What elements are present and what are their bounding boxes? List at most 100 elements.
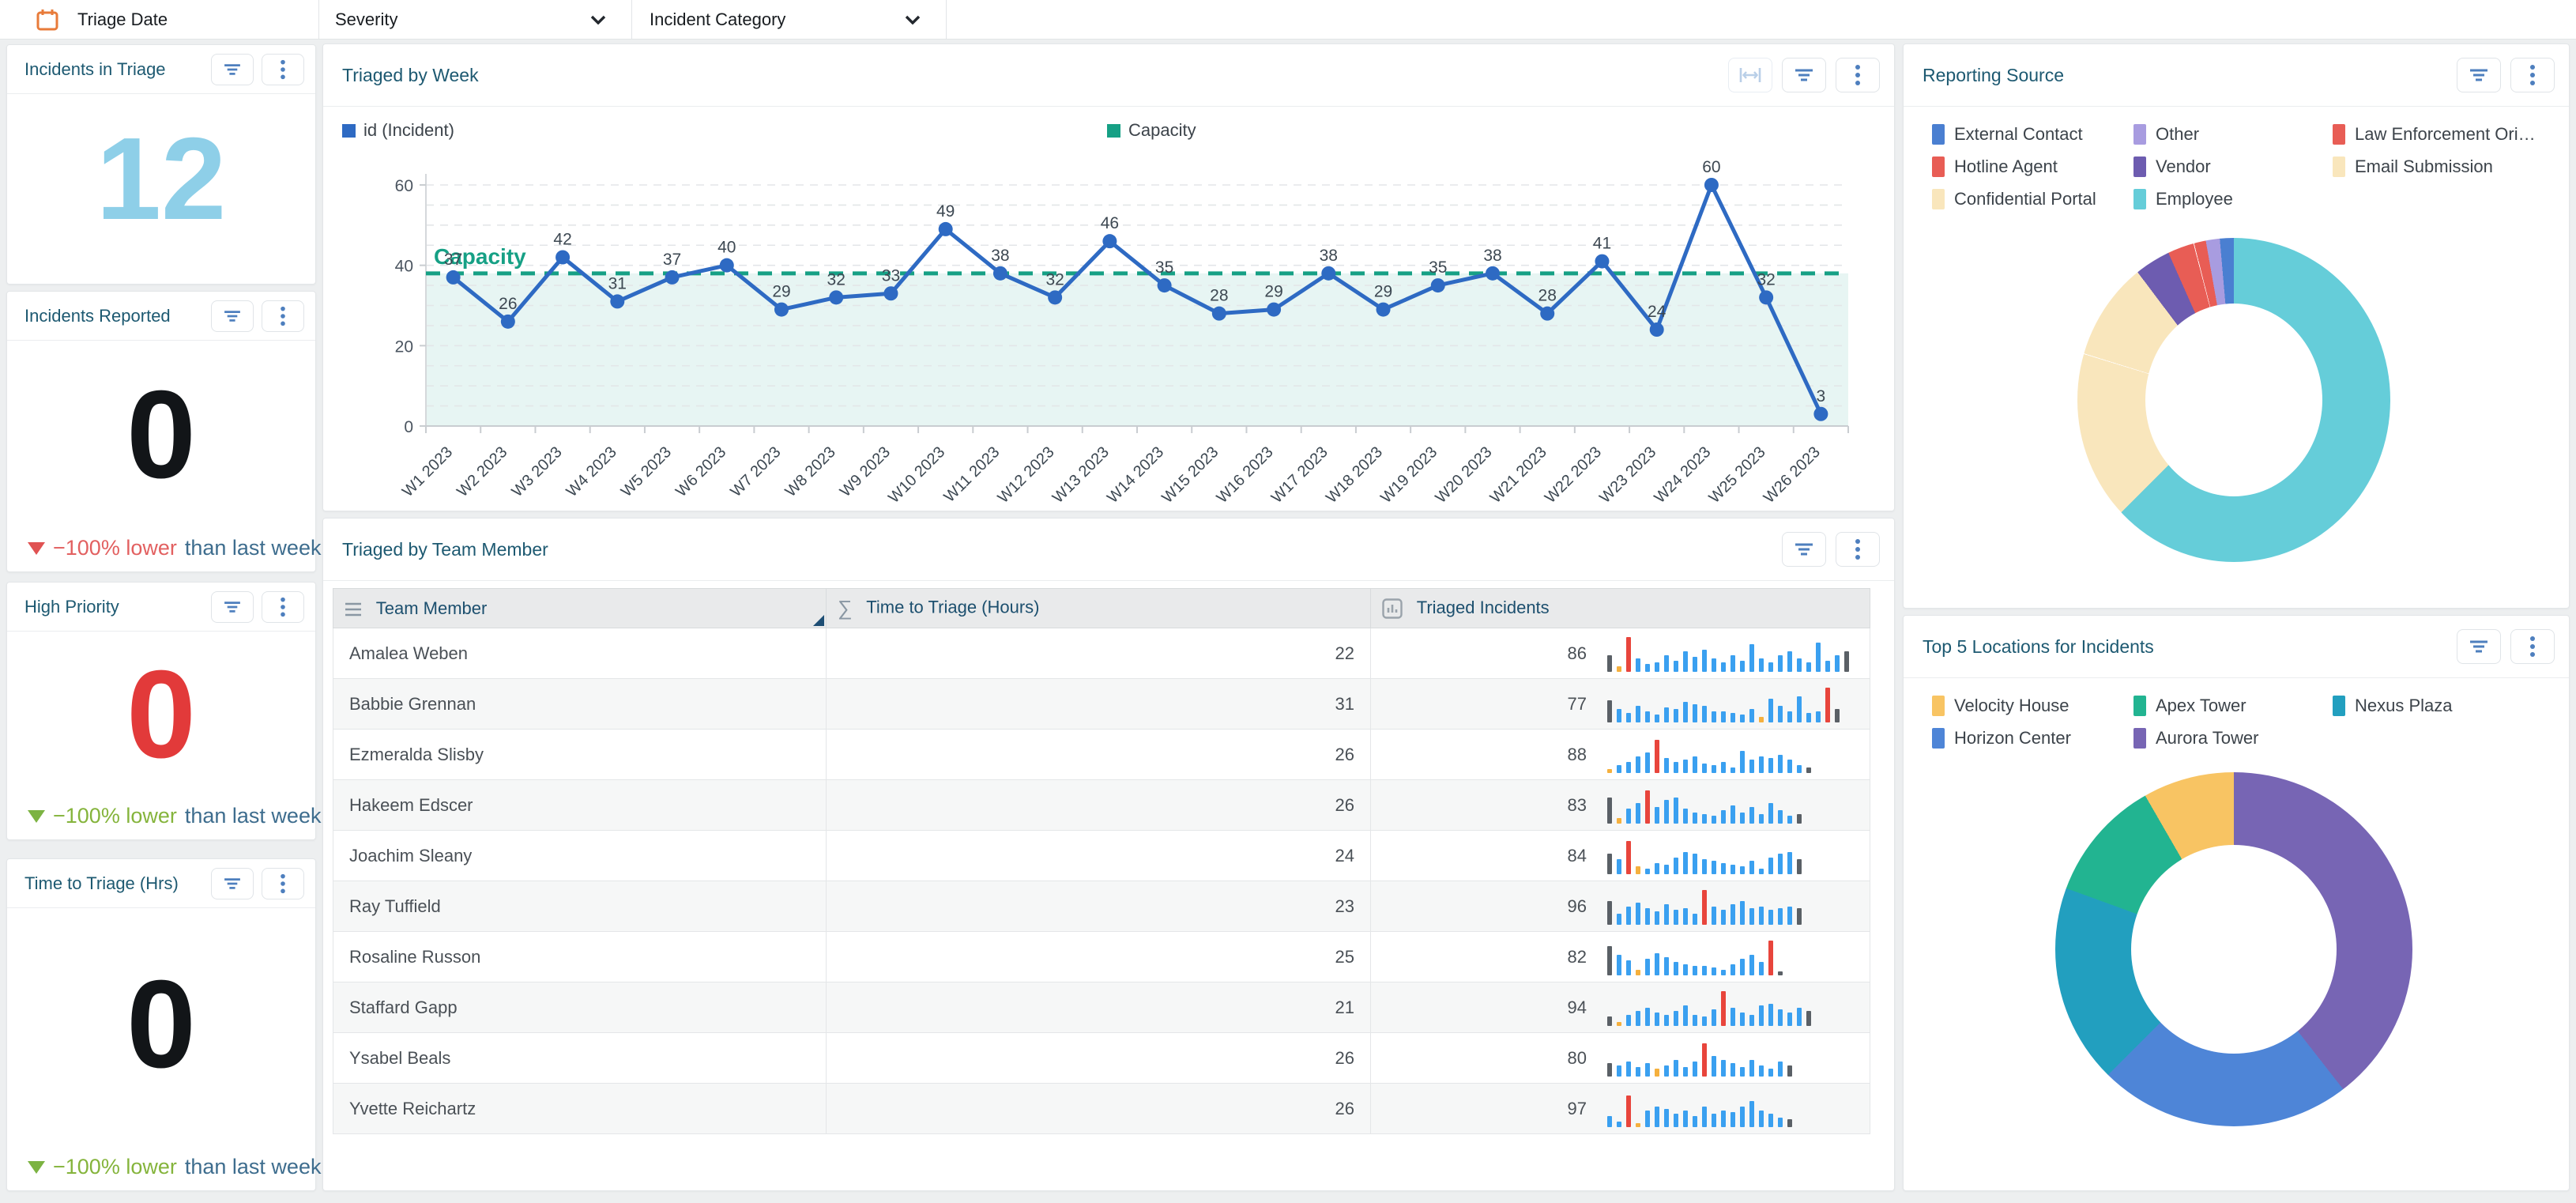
data-point[interactable] xyxy=(1431,278,1445,292)
menu-button[interactable] xyxy=(262,300,304,332)
spark-bar xyxy=(1693,704,1697,722)
column-header-triaged-incidents[interactable]: Triaged Incidents xyxy=(1371,589,1870,628)
legend-item-confidential-portal[interactable]: Confidential Portal xyxy=(1932,189,2133,209)
data-point[interactable] xyxy=(1650,322,1664,337)
data-point[interactable] xyxy=(720,258,734,273)
spark-bar xyxy=(1655,715,1659,722)
menu-button[interactable] xyxy=(1836,532,1880,567)
data-point[interactable] xyxy=(1048,290,1062,304)
incident-count: 80 xyxy=(1568,1048,1587,1069)
legend-item-velocity-house[interactable]: Velocity House xyxy=(1932,696,2133,716)
legend-item-law-enforcement-ori-[interactable]: Law Enforcement Ori… xyxy=(2333,124,2569,145)
severity-dropdown[interactable]: Severity xyxy=(319,0,632,40)
kpi-card-incidents-in-triage: Incidents in Triage 12 xyxy=(6,44,316,285)
fit-width-button[interactable] xyxy=(1728,58,1772,92)
sparkline-chart xyxy=(1607,939,1854,975)
filter-button[interactable] xyxy=(2457,58,2501,92)
column-label: Team Member xyxy=(376,598,488,618)
data-point[interactable] xyxy=(1102,234,1117,248)
table-row[interactable]: Joachim Sleany 24 84 xyxy=(333,831,1870,881)
menu-button[interactable] xyxy=(262,591,304,623)
data-point[interactable] xyxy=(993,266,1007,281)
legend-label: Apex Tower xyxy=(2156,696,2246,716)
column-header-team-member[interactable]: Team Member xyxy=(333,589,827,628)
filter-button[interactable] xyxy=(211,591,254,623)
reporting-source-donut[interactable] xyxy=(2077,238,2390,562)
table-row[interactable]: Ysabel Beals 26 80 xyxy=(333,1033,1870,1084)
legend-item-email-submission[interactable]: Email Submission xyxy=(2333,157,2569,177)
legend-item-employee[interactable]: Employee xyxy=(2133,189,2333,209)
incident-category-dropdown[interactable]: Incident Category xyxy=(632,0,947,40)
filter-button[interactable] xyxy=(211,868,254,899)
table-row[interactable]: Staffard Gapp 21 94 xyxy=(333,982,1870,1033)
spark-bar xyxy=(1768,803,1773,823)
data-point[interactable] xyxy=(1540,307,1554,321)
legend-item-vendor[interactable]: Vendor xyxy=(2133,157,2333,177)
data-point[interactable] xyxy=(1377,303,1391,317)
filter-button[interactable] xyxy=(2457,629,2501,664)
data-point[interactable] xyxy=(610,294,624,308)
spark-bar xyxy=(1607,769,1612,773)
data-point[interactable] xyxy=(446,270,461,285)
legend-item-horizon-center[interactable]: Horizon Center xyxy=(1932,728,2133,749)
data-point[interactable] xyxy=(1759,290,1773,304)
data-point[interactable] xyxy=(501,315,515,329)
legend-item-hotline-agent[interactable]: Hotline Agent xyxy=(1932,157,2133,177)
kebab-menu-icon xyxy=(280,305,286,327)
legend-item-id-incident[interactable]: id (Incident) xyxy=(342,120,454,141)
legend-item-capacity[interactable]: Capacity xyxy=(1107,120,1196,141)
spark-bar xyxy=(1702,859,1707,873)
legend-item-other[interactable]: Other xyxy=(2133,124,2333,145)
spark-bar xyxy=(1778,755,1783,773)
locations-legend: Velocity House Apex Tower Nexus Plaza Ho… xyxy=(1904,696,2569,749)
panel-title: Triaged by Team Member xyxy=(342,539,548,560)
table-row[interactable]: Rosaline Russon 25 82 xyxy=(333,932,1870,982)
data-point[interactable] xyxy=(774,303,789,317)
menu-button[interactable] xyxy=(1836,58,1880,92)
table-row[interactable]: Ezmeralda Slisby 26 88 xyxy=(333,730,1870,780)
kpi-value: 0 xyxy=(7,341,315,497)
legend-item-external-contact[interactable]: External Contact xyxy=(1932,124,2133,145)
data-point[interactable] xyxy=(555,251,570,265)
legend-item-nexus-plaza[interactable]: Nexus Plaza xyxy=(2333,696,2569,716)
data-point[interactable] xyxy=(1595,255,1609,269)
spark-bar xyxy=(1645,959,1650,975)
data-point[interactable] xyxy=(1813,407,1828,421)
legend-item-apex-tower[interactable]: Apex Tower xyxy=(2133,696,2333,716)
filter-button[interactable] xyxy=(1782,58,1826,92)
data-point[interactable] xyxy=(1267,303,1281,317)
legend-label: Horizon Center xyxy=(1954,728,2071,749)
data-point[interactable] xyxy=(1486,266,1500,281)
table-row[interactable]: Amalea Weben 22 86 xyxy=(333,628,1870,679)
data-point[interactable] xyxy=(939,222,953,236)
spark-bar xyxy=(1683,651,1688,671)
table-row[interactable]: Hakeem Edscer 26 83 xyxy=(333,780,1870,831)
filter-button[interactable] xyxy=(1782,532,1826,567)
locations-donut[interactable] xyxy=(2055,772,2412,1126)
filter-button[interactable] xyxy=(211,54,254,85)
table-row[interactable]: Yvette Reichartz 26 97 xyxy=(333,1084,1870,1134)
data-point[interactable] xyxy=(1158,278,1172,292)
data-point[interactable] xyxy=(1704,178,1719,192)
table-row[interactable]: Ray Tuffield 23 96 xyxy=(333,881,1870,932)
kebab-menu-icon xyxy=(280,873,286,895)
data-point[interactable] xyxy=(1212,307,1226,321)
data-point[interactable] xyxy=(883,286,898,300)
spark-bar xyxy=(1787,651,1792,671)
triage-date-filter[interactable]: Triage Date xyxy=(0,0,319,40)
spark-bar xyxy=(1626,713,1631,722)
legend-item-aurora-tower[interactable]: Aurora Tower xyxy=(2133,728,2333,749)
data-point[interactable] xyxy=(665,270,680,285)
data-point[interactable] xyxy=(829,290,843,304)
filter-button[interactable] xyxy=(211,300,254,332)
spark-bar xyxy=(1683,908,1688,925)
menu-button[interactable] xyxy=(2510,629,2555,664)
table-row[interactable]: Babbie Grennan 31 77 xyxy=(333,679,1870,730)
column-header-time-to-triage[interactable]: ∑ Time to Triage (Hours) xyxy=(827,589,1371,628)
menu-button[interactable] xyxy=(262,868,304,899)
menu-button[interactable] xyxy=(2510,58,2555,92)
legend-label: Capacity xyxy=(1128,120,1196,141)
data-point[interactable] xyxy=(1321,266,1335,281)
svg-text:29: 29 xyxy=(1374,283,1392,301)
menu-button[interactable] xyxy=(262,54,304,85)
